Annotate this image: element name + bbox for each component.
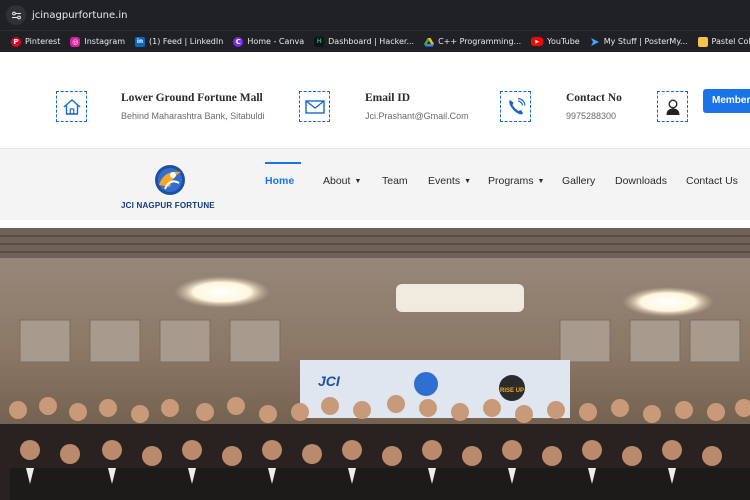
- active-nav-indicator: [265, 162, 301, 164]
- nav-contact[interactable]: Contact Us: [686, 175, 738, 187]
- site-logo[interactable]: JCI NAGPUR FORTUNE: [121, 163, 219, 210]
- bookmark-youtube[interactable]: ▶ YouTube: [531, 37, 580, 46]
- bookmark-label: Dashboard | Hacker...: [328, 37, 415, 46]
- hackerrank-icon: H: [314, 36, 325, 47]
- email-info: Email ID Jci.Prashant@Gmail.Com: [365, 92, 469, 121]
- bookmark-label: Pinterest: [25, 37, 61, 46]
- address-subtitle: Behind Maharashtra Bank, Sitabuldi: [121, 111, 265, 121]
- nav-label: About: [323, 175, 351, 187]
- bookmark-linkedin[interactable]: in (1) Feed | LinkedIn: [135, 36, 224, 47]
- nav-label: Downloads: [615, 175, 667, 187]
- logo-text: JCI NAGPUR FORTUNE: [121, 201, 215, 210]
- pinterest-icon: P: [11, 36, 21, 47]
- nav-downloads[interactable]: Downloads: [615, 175, 667, 187]
- group-photo-illustration: JCI RISE UP: [0, 228, 750, 500]
- instagram-icon: ◎: [70, 36, 81, 47]
- phone-title: Contact No: [566, 92, 622, 104]
- canva-icon: C: [233, 36, 244, 47]
- bookmark-label: C++ Programming...: [438, 37, 522, 46]
- bookmark-label: My Stuff | PosterMy...: [603, 37, 688, 46]
- bookmark-label: Instagram: [84, 37, 126, 46]
- member-button[interactable]: Member: [703, 89, 750, 113]
- bookmark-canva[interactable]: C Home - Canva: [233, 36, 305, 47]
- bookmark-instagram[interactable]: ◎ Instagram: [70, 36, 126, 47]
- mail-icon: [299, 91, 330, 122]
- logo-emblem: [155, 165, 185, 195]
- bookmark-palettes[interactable]: Pastel Color Palettes...: [697, 36, 750, 47]
- bookmark-postermywall[interactable]: My Stuff | PosterMy...: [590, 37, 688, 47]
- main-navigation: JCI NAGPUR FORTUNE Home About ▼ Team Even…: [0, 148, 750, 220]
- nav-home[interactable]: Home: [265, 175, 294, 187]
- bookmark-label: YouTube: [547, 37, 580, 46]
- chevron-down-icon: ▼: [354, 177, 362, 185]
- banner-jci-text: JCI: [318, 373, 341, 389]
- bookmark-label: Home - Canva: [247, 37, 305, 46]
- postermywall-icon: [590, 37, 600, 47]
- url-text[interactable]: jcinagpurfortune.in: [32, 10, 127, 21]
- bookmark-pinterest[interactable]: P Pinterest: [11, 36, 61, 47]
- nav-team[interactable]: Team: [382, 175, 408, 187]
- nav-gallery[interactable]: Gallery: [562, 175, 595, 187]
- linkedin-icon: in: [135, 36, 146, 47]
- nav-label: Contact Us: [686, 175, 738, 187]
- palette-icon: [697, 36, 708, 47]
- nav-label: Team: [382, 175, 408, 187]
- nav-label: Events: [428, 175, 461, 187]
- chevron-down-icon: ▼: [464, 177, 472, 185]
- phone-info: Contact No 9975288300: [566, 92, 622, 121]
- email-address[interactable]: Jci.Prashant@Gmail.Com: [365, 111, 469, 121]
- nav-label: Gallery: [562, 175, 596, 187]
- hero-group-photo: JCI RISE UP: [0, 228, 750, 500]
- nav-programs[interactable]: Programs ▼: [488, 175, 544, 187]
- address-info: Lower Ground Fortune Mall Behind Maharas…: [121, 92, 265, 121]
- home-icon: [56, 91, 87, 122]
- phone-icon: [500, 91, 531, 122]
- chevron-down-icon: ▼: [537, 177, 545, 185]
- bookmark-cpp[interactable]: C++ Programming...: [424, 37, 521, 47]
- browser-address-bar[interactable]: jcinagpurfortune.in: [0, 0, 750, 30]
- nav-label: Programs: [488, 175, 534, 187]
- nav-label: Home: [265, 175, 295, 187]
- bookmark-label: (1) Feed | LinkedIn: [149, 37, 224, 46]
- address-title: Lower Ground Fortune Mall: [121, 92, 263, 104]
- email-title: Email ID: [365, 92, 411, 104]
- youtube-icon: ▶: [531, 37, 544, 46]
- contact-info-bar: Lower Ground Fortune Mall Behind Maharas…: [0, 52, 750, 148]
- bookmarks-bar: P Pinterest ◎ Instagram in (1) Feed | Li…: [0, 30, 750, 52]
- nav-about[interactable]: About ▼: [323, 175, 361, 187]
- banner-riseup-text: RISE UP: [500, 388, 524, 394]
- nav-events[interactable]: Events ▼: [428, 175, 471, 187]
- bookmark-hackerrank[interactable]: H Dashboard | Hacker...: [314, 36, 415, 47]
- site-info-icon[interactable]: [6, 5, 26, 25]
- bookmark-label: Pastel Color Palettes...: [711, 37, 750, 46]
- drive-icon: [424, 37, 435, 47]
- phone-number[interactable]: 9975288300: [566, 111, 622, 121]
- user-icon[interactable]: [657, 91, 688, 122]
